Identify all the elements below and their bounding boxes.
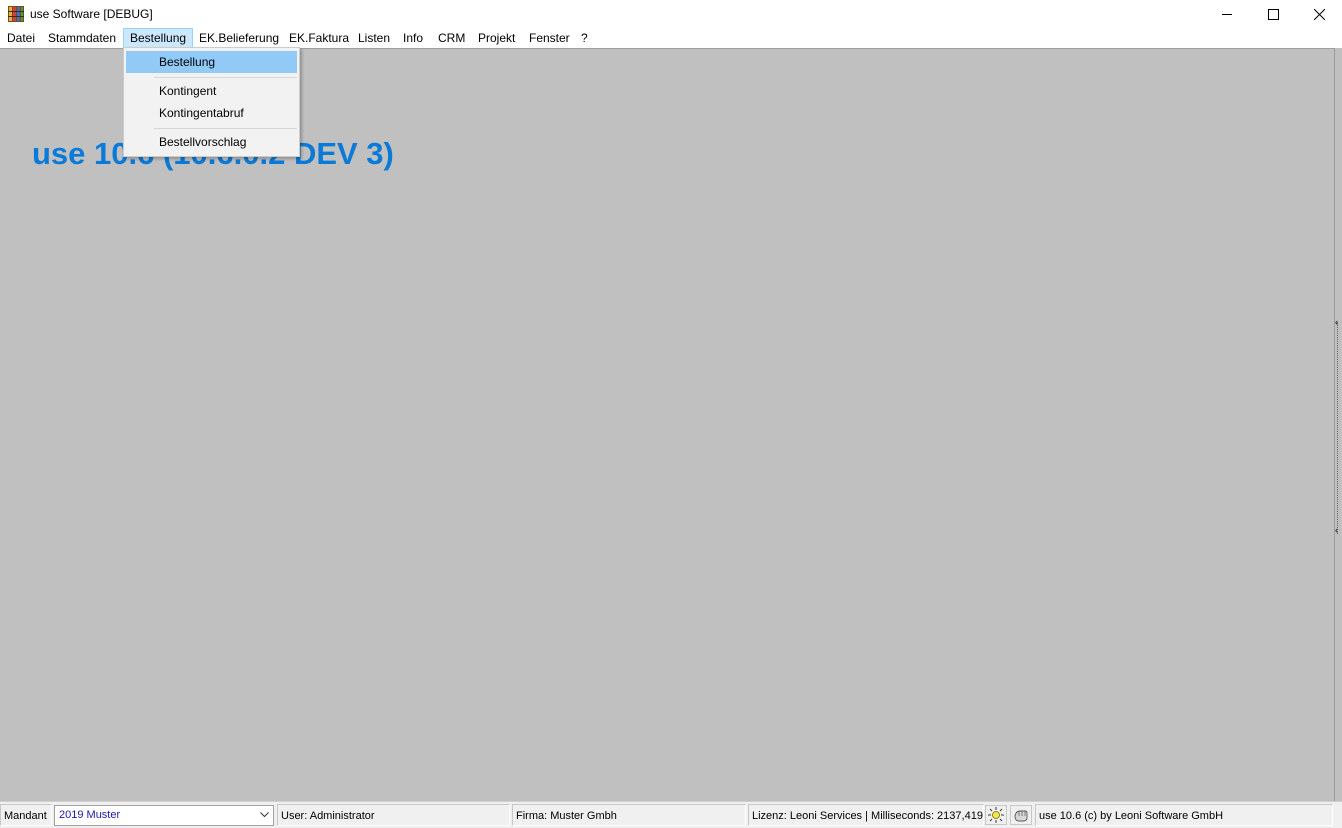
dropdown-item-kontingentabruf[interactable]: Kontingentabruf (126, 102, 297, 124)
close-icon (1314, 9, 1325, 20)
maximize-icon (1268, 9, 1279, 20)
collapse-right-icon[interactable]: ‹ (1335, 525, 1341, 535)
menu-projekt[interactable]: Projekt (472, 29, 521, 47)
window-title: use Software [DEBUG] (30, 7, 153, 21)
dropdown-item-kontingent[interactable]: Kontingent (126, 80, 297, 102)
dropdown-item-bestellung[interactable]: Bestellung (126, 51, 297, 73)
mandant-value: 2019 Muster (59, 809, 121, 821)
menu-crm[interactable]: CRM (432, 29, 471, 47)
user-panel: User: Administrator (277, 804, 510, 826)
menu-datei[interactable]: Datei (1, 29, 41, 47)
sun-icon (988, 807, 1004, 823)
menu-info[interactable]: Info (397, 29, 429, 47)
lizenz-panel: Lizenz: Leoni Services | Milliseconds: 2… (748, 804, 984, 826)
mandant-select[interactable]: 2019 Muster (54, 805, 274, 826)
menu-bar: Datei Stammdaten Bestellung EK.Belieferu… (0, 28, 1342, 48)
dropdown-item-label: Kontingent (159, 84, 217, 98)
dropdown-item-label: Bestellung (159, 55, 216, 69)
dropdown-item-label: Kontingentabruf (159, 106, 244, 120)
menu-listen[interactable]: Listen (352, 29, 396, 47)
menu-stammdaten[interactable]: Stammdaten (42, 29, 122, 47)
dropdown-separator (154, 128, 297, 129)
mandant-label: Mandant (0, 804, 52, 826)
maximize-button[interactable] (1250, 0, 1296, 28)
hand-icon (1014, 810, 1028, 822)
dropdown-item-label: Bestellvorschlag (159, 135, 247, 149)
collapse-left-icon[interactable]: ‹ (1335, 317, 1341, 327)
menu-bestellung[interactable]: Bestellung (123, 28, 194, 48)
app-grid-icon (8, 6, 24, 22)
hand-button[interactable] (1010, 805, 1032, 825)
copyright-panel: use 10.6 (c) by Leoni Software GmbH (1035, 804, 1333, 826)
firma-panel: Firma: Muster Gmbh (512, 804, 746, 826)
dropdown-item-bestellvorschlag[interactable]: Bestellvorschlag (126, 131, 297, 153)
status-bar: Mandant 2019 Muster User: Administrator … (0, 801, 1342, 828)
minimize-button[interactable] (1204, 0, 1250, 28)
dropdown-separator (154, 77, 297, 78)
splitter-grip (1337, 322, 1340, 534)
close-button[interactable] (1296, 0, 1342, 28)
menu-ek-faktura[interactable]: EK.Faktura (283, 29, 355, 47)
bestellung-dropdown: Bestellung Kontingent Kontingentabruf Be… (123, 47, 300, 157)
chevron-down-icon (260, 812, 269, 818)
minimize-icon (1222, 14, 1232, 15)
menu-ek-belieferung[interactable]: EK.Belieferung (193, 29, 285, 47)
menu-help[interactable]: ? (575, 29, 594, 47)
sun-button[interactable] (985, 805, 1007, 825)
title-bar: use Software [DEBUG] (0, 0, 1342, 28)
menu-fenster[interactable]: Fenster (523, 29, 576, 47)
